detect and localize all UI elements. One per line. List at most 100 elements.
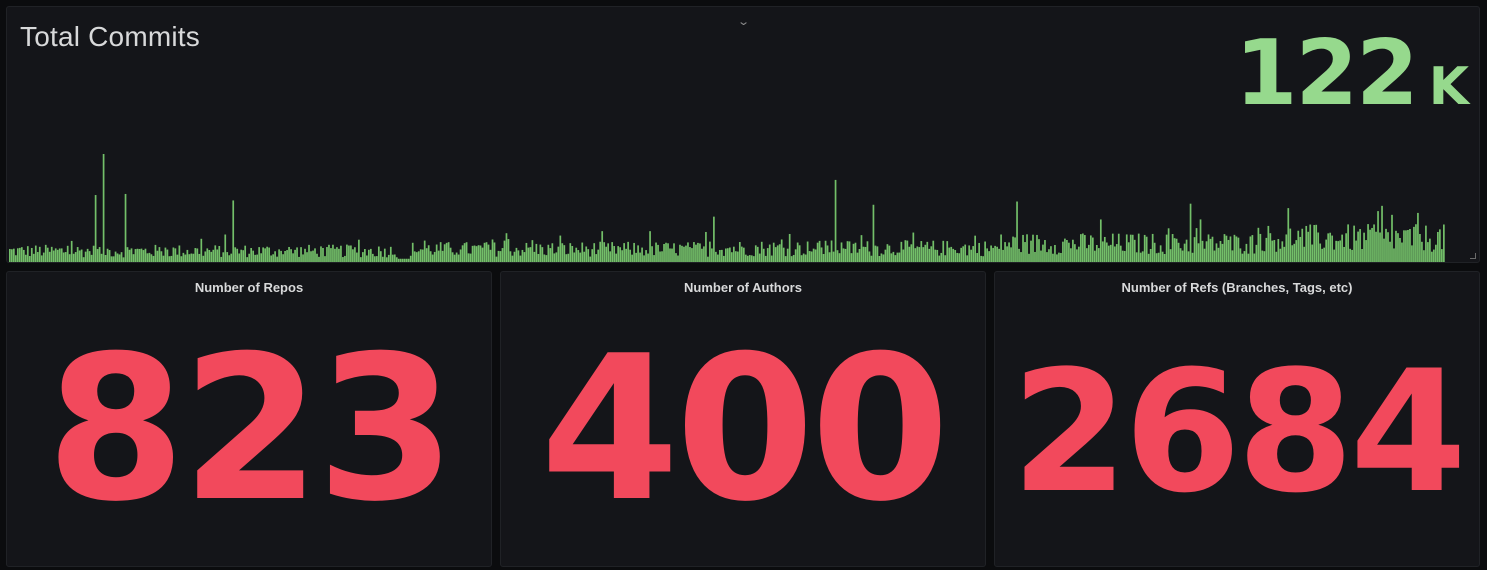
sparkline-bar	[754, 245, 757, 262]
sparkline-bar	[1253, 253, 1256, 262]
sparkline-bar	[1417, 212, 1419, 262]
sparkline-bar	[1153, 242, 1156, 262]
sparkline-bar	[108, 250, 111, 262]
sparkline-bar	[443, 244, 446, 262]
sparkline-bar	[220, 256, 223, 262]
sparkline-bar	[926, 241, 929, 262]
sparkline-bar	[48, 251, 51, 262]
sparkline-bar	[784, 256, 787, 262]
sparkline-bar	[1247, 253, 1250, 262]
sparkline-bar	[1325, 239, 1328, 262]
sparkline-bar	[481, 247, 484, 262]
sparkline-bar	[910, 244, 913, 262]
refs-panel[interactable]: Number of Refs (Branches, Tags, etc) 268…	[994, 271, 1480, 567]
sparkline-bar	[838, 253, 841, 262]
sparkline-bar	[617, 246, 620, 262]
sparkline-bar	[104, 255, 107, 262]
sparkline-bar	[1004, 242, 1006, 262]
sparkline-bar	[876, 246, 879, 262]
sparkline-bar	[352, 249, 354, 262]
sparkline-bar	[326, 247, 328, 262]
sparkline-bar	[950, 246, 953, 262]
sparkline-bar	[453, 254, 456, 262]
sparkline-bar	[742, 247, 745, 262]
sparkline-bar	[812, 248, 815, 262]
sparkline-bar	[695, 244, 697, 262]
sparkline-bar	[1199, 219, 1202, 262]
sparkline-bar	[172, 247, 175, 262]
sparkline-bar	[1028, 253, 1030, 262]
sparkline-bar	[1034, 251, 1036, 262]
sparkline-bar	[507, 239, 510, 262]
sparkline-bar	[762, 248, 765, 262]
sparkline-bar	[427, 245, 430, 262]
sparkline-bar	[60, 248, 63, 262]
sparkline-bar	[878, 255, 881, 262]
sparkline-bar	[419, 249, 422, 262]
sparkline-bar	[904, 240, 907, 262]
sparkline-bar	[1273, 240, 1276, 262]
sparkline-bar	[70, 240, 73, 262]
sparkline-bar	[1395, 230, 1397, 262]
sparkline-bar	[1076, 249, 1078, 262]
sparkline-bar	[344, 255, 346, 262]
resize-handle-icon[interactable]	[1470, 253, 1476, 259]
sparkline-bar	[366, 255, 368, 262]
sparkline-bar	[294, 249, 296, 262]
sparkline-bar	[1243, 251, 1246, 262]
sparkline-bar	[802, 253, 805, 262]
sparkline-bar	[982, 256, 984, 262]
sparkline-bar	[435, 244, 438, 262]
sparkline-bar	[974, 235, 977, 262]
sparkline-bar	[934, 249, 937, 262]
sparkline-bar	[661, 251, 663, 262]
sparkline-bar	[1042, 244, 1044, 262]
sparkline-bar	[441, 250, 444, 262]
sparkline-bar	[1147, 253, 1150, 262]
sparkline-bar	[707, 256, 709, 262]
sparkline-bar	[1086, 248, 1088, 262]
sparkline-bar	[236, 248, 239, 262]
sparkline-bar	[1109, 244, 1112, 262]
sparkline-bar	[1068, 242, 1070, 262]
sparkline-bar	[425, 248, 428, 262]
sparkline-bar	[1127, 242, 1130, 262]
sparkline-bar	[395, 257, 398, 262]
sparkline-bar	[244, 245, 247, 262]
sparkline-bar	[477, 245, 480, 262]
total-commits-panel[interactable]: Total Commits ⌄ 122 K	[6, 6, 1480, 263]
sparkline-bar	[1443, 224, 1445, 262]
repos-panel[interactable]: Number of Repos 823	[6, 271, 492, 567]
sparkline-bar	[1018, 248, 1020, 262]
sparkline-bar	[1089, 235, 1092, 262]
sparkline-bar	[128, 249, 131, 262]
sparkline-bar	[573, 252, 576, 262]
authors-panel[interactable]: Number of Authors 400	[500, 271, 986, 567]
sparkline-bar	[387, 254, 390, 262]
sparkline-bar	[1191, 252, 1194, 262]
sparkline-bar	[996, 246, 998, 262]
sparkline-bar	[1329, 232, 1332, 262]
sparkline-bar	[50, 246, 53, 262]
sparkline-bar	[479, 245, 482, 262]
sparkline-bar	[459, 249, 462, 262]
dashboard: Total Commits ⌄ 122 K Number of Repos 823…	[0, 0, 1487, 570]
sparkline-bar	[204, 251, 207, 262]
sparkline-bar	[956, 252, 959, 262]
sparkline-bar	[561, 243, 564, 262]
sparkline-bar	[854, 242, 857, 262]
sparkline-bar	[1189, 203, 1192, 262]
sparkline-bar	[571, 246, 574, 262]
sparkline-bar	[555, 252, 558, 262]
sparkline-bar	[350, 245, 352, 262]
sparkline-bar	[673, 243, 675, 262]
sparkline-bar	[1343, 246, 1345, 262]
sparkline-bar	[1241, 253, 1244, 262]
sparkline-bar	[447, 242, 450, 262]
sparkline-bar	[148, 252, 151, 262]
sparkline-bar	[286, 250, 288, 262]
sparkline-bar	[788, 233, 791, 262]
sparkline-bar	[603, 242, 606, 262]
sparkline-bar	[798, 245, 801, 262]
sparkline-bar	[415, 252, 418, 262]
